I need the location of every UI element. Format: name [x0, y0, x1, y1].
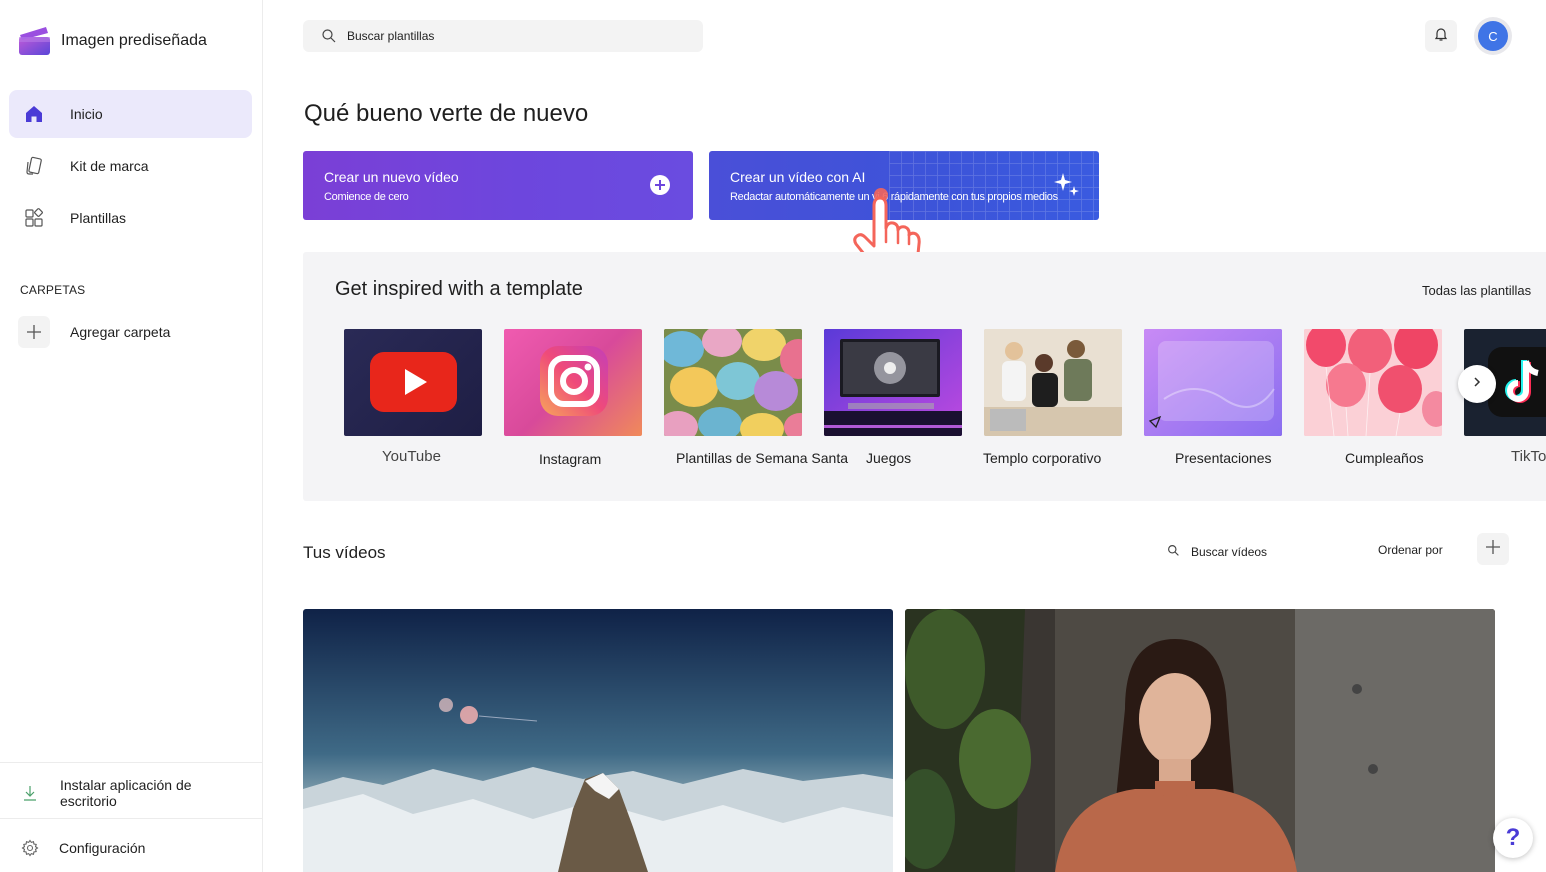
- clipchamp-logo-icon: [18, 26, 51, 56]
- sparkle-icon: [1053, 171, 1081, 204]
- template-label: YouTube: [382, 448, 441, 465]
- help-button[interactable]: ?: [1493, 818, 1533, 858]
- bell-icon: [1433, 26, 1449, 47]
- template-search-input[interactable]: Buscar plantillas: [303, 20, 703, 52]
- template-label: TikTo: [1511, 448, 1546, 465]
- template-card-birthdays[interactable]: [1304, 329, 1442, 436]
- template-card-corporate[interactable]: [984, 329, 1122, 436]
- search-icon[interactable]: [1167, 544, 1180, 562]
- template-card-gaming[interactable]: [824, 329, 962, 436]
- app-name: Imagen prediseñada: [61, 32, 207, 49]
- easter-eggs-image: [664, 329, 802, 436]
- video-thumbnail-mountains[interactable]: [303, 609, 893, 872]
- sidebar-item-label: Plantillas: [70, 210, 127, 226]
- woman-speaking-image: [905, 609, 1495, 872]
- template-label: Templo corporativo: [983, 450, 1102, 466]
- download-icon: [19, 782, 41, 804]
- template-label: Presentaciones: [1175, 450, 1272, 466]
- chevron-right-icon: [1471, 375, 1483, 393]
- app-root: Imagen prediseñada Inicio Kit de marca P…: [0, 0, 1546, 872]
- video-search-input[interactable]: Buscar vídeos: [1191, 545, 1267, 559]
- gaming-setup-image: [824, 329, 962, 436]
- sidebar-item-plantillas[interactable]: Plantillas: [9, 194, 252, 242]
- all-templates-link[interactable]: Todas las plantillas: [1422, 283, 1531, 298]
- add-video-button[interactable]: [1477, 533, 1509, 565]
- sidebar-item-label: Inicio: [70, 106, 103, 122]
- create-new-video-button[interactable]: Crear un nuevo vídeo Comience de cero: [303, 151, 693, 220]
- template-card-youtube[interactable]: [344, 329, 482, 436]
- office-team-image: [984, 329, 1122, 436]
- youtube-icon: [370, 352, 457, 417]
- template-label: Juegos: [866, 450, 912, 466]
- brand-kit-icon: [23, 155, 45, 177]
- add-folder-label: Agregar carpeta: [70, 324, 171, 340]
- install-label: Instalar aplicación de escritorio: [60, 777, 192, 809]
- video-thumbnail-speaker[interactable]: [905, 609, 1495, 872]
- notifications-button[interactable]: [1425, 20, 1457, 52]
- templates-icon: [23, 207, 45, 229]
- sidebar: Imagen prediseñada Inicio Kit de marca P…: [0, 0, 263, 872]
- gear-icon: [19, 837, 41, 859]
- template-card-easter[interactable]: [664, 329, 802, 436]
- plus-icon: [18, 316, 50, 348]
- avatar: C: [1478, 21, 1508, 51]
- template-label: Plantillas de Semana Santa: [676, 450, 848, 466]
- template-label: Instagram: [539, 451, 602, 467]
- carousel-next-button[interactable]: [1458, 365, 1496, 403]
- cta-title: Crear un vídeo con AI: [730, 169, 866, 185]
- template-label: Cumpleaños: [1345, 450, 1424, 466]
- sort-by-button[interactable]: Ordenar por: [1378, 543, 1443, 557]
- question-mark-icon: ?: [1505, 824, 1521, 851]
- cta-title: Crear un nuevo vídeo: [324, 169, 459, 185]
- cta-subtitle: Comience de cero: [324, 191, 409, 203]
- page-title: Qué bueno verte de nuevo: [304, 100, 589, 127]
- settings-button[interactable]: Configuración: [9, 824, 252, 872]
- plus-icon: [1485, 539, 1501, 560]
- folders-heading: CARPETAS: [20, 283, 86, 297]
- balloons-image: [1304, 329, 1442, 436]
- template-card-instagram[interactable]: [504, 329, 642, 436]
- sidebar-item-label: Kit de marca: [70, 158, 149, 174]
- account-button[interactable]: C: [1474, 17, 1512, 55]
- mountains-image: [303, 609, 893, 872]
- plus-circle-icon: [650, 175, 670, 195]
- add-folder-button[interactable]: Agregar carpeta: [9, 308, 252, 356]
- sidebar-item-kit-de-marca[interactable]: Kit de marca: [9, 142, 252, 190]
- tiktok-icon: [1488, 347, 1546, 422]
- brand[interactable]: Imagen prediseñada: [18, 26, 207, 56]
- search-icon: [321, 28, 337, 49]
- sidebar-item-inicio[interactable]: Inicio: [9, 90, 252, 138]
- settings-label: Configuración: [59, 840, 146, 856]
- instagram-icon: [538, 342, 610, 427]
- divider: [0, 818, 262, 819]
- divider: [0, 762, 262, 763]
- template-section: Get inspired with a template Todas las p…: [303, 252, 1546, 501]
- videos-heading: Tus vídeos: [303, 543, 386, 562]
- install-desktop-app-button[interactable]: Instalar aplicación de escritorio: [9, 769, 252, 817]
- section-title: Get inspired with a template: [335, 278, 583, 300]
- home-icon: [23, 103, 45, 125]
- search-placeholder: Buscar plantillas: [347, 29, 435, 43]
- template-card-presentations[interactable]: [1144, 329, 1282, 436]
- presentation-image: [1144, 329, 1282, 436]
